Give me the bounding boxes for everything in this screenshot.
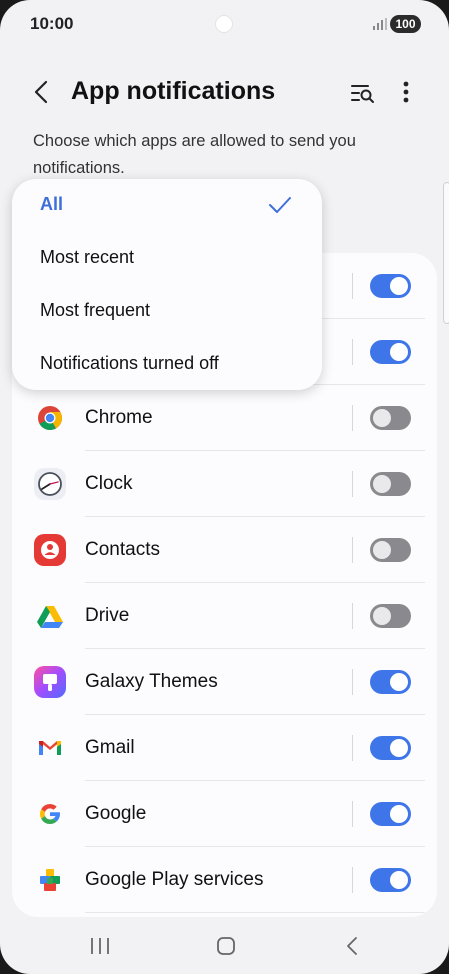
app-name: Galaxy Themes — [85, 671, 218, 692]
more-vertical-icon — [403, 81, 409, 103]
clock-icon — [34, 468, 66, 500]
app-notification-toggle[interactable] — [370, 802, 411, 826]
app-notification-toggle[interactable] — [370, 274, 411, 298]
check-icon — [269, 197, 291, 213]
app-name: Google — [85, 803, 147, 824]
search-filter-button[interactable] — [348, 79, 378, 107]
toggle-separator — [352, 273, 353, 299]
toggle-knob — [390, 739, 408, 757]
status-time: 10:00 — [30, 14, 74, 33]
app-row-gmail[interactable]: Gmail — [12, 715, 437, 781]
toggle-knob — [390, 805, 408, 823]
camera-cutout — [215, 15, 233, 33]
toggle-separator — [352, 867, 353, 893]
page-description: Choose which apps are allowed to send yo… — [33, 132, 356, 177]
page-title: App notifications — [71, 77, 276, 105]
contacts-icon — [34, 534, 66, 566]
toggle-separator — [352, 339, 353, 365]
toggle-separator — [352, 801, 353, 827]
back-nav-icon[interactable] — [344, 936, 360, 956]
menu-item-all[interactable]: All — [12, 179, 322, 232]
toggle-separator — [352, 537, 353, 563]
search-list-icon — [351, 85, 374, 103]
toggle-separator — [352, 669, 353, 695]
scroll-handle[interactable] — [443, 182, 449, 324]
app-notification-toggle[interactable] — [370, 604, 411, 628]
toggle-separator — [352, 735, 353, 761]
toggle-separator — [352, 471, 353, 497]
app-row-contacts[interactable]: Contacts — [12, 517, 437, 583]
menu-item-label: Most frequent — [40, 300, 151, 320]
battery-indicator: 100 — [390, 15, 421, 33]
app-row-galaxy-themes[interactable]: Galaxy Themes — [12, 649, 437, 715]
app-row-drive[interactable]: Drive — [12, 583, 437, 649]
menu-item-label: Most recent — [40, 247, 135, 267]
app-row-google-play-services[interactable]: Google Play services — [12, 847, 437, 913]
toggle-knob — [373, 409, 391, 427]
sort-dropdown-menu: All Most recent Most frequent Notificati… — [12, 179, 322, 390]
app-notification-toggle[interactable] — [370, 868, 411, 892]
app-notification-toggle[interactable] — [370, 472, 411, 496]
toggle-knob — [373, 607, 391, 625]
status-bar: 10:00 100 — [0, 0, 449, 48]
google-icon — [40, 804, 61, 825]
toggle-knob — [390, 277, 408, 295]
toggle-knob — [373, 541, 391, 559]
app-row-google[interactable]: Google — [12, 781, 437, 847]
chrome-icon — [38, 406, 63, 431]
app-name: Chrome — [85, 407, 153, 428]
drive-icon — [37, 606, 63, 628]
toggle-separator — [352, 405, 353, 431]
google-play-services-icon — [40, 869, 60, 891]
toggle-knob — [390, 343, 408, 361]
app-name: Google Play services — [85, 869, 264, 890]
navigation-bar — [0, 918, 449, 974]
app-name: Gmail — [85, 737, 135, 758]
app-notification-toggle[interactable] — [370, 670, 411, 694]
app-name: Clock — [85, 473, 133, 494]
row-divider — [85, 912, 425, 913]
app-notification-toggle[interactable] — [370, 406, 411, 430]
menu-item-label: Notifications turned off — [40, 353, 219, 373]
chevron-left-icon — [34, 80, 48, 104]
app-name: Contacts — [85, 539, 160, 560]
toggle-knob — [373, 475, 391, 493]
phone-screen: 10:00 100 App notifications Choose which… — [0, 0, 449, 974]
app-notification-toggle[interactable] — [370, 736, 411, 760]
menu-item-most-frequent[interactable]: Most frequent — [12, 285, 322, 338]
menu-item-label: All — [40, 194, 64, 214]
galaxy-themes-icon — [34, 666, 66, 698]
app-row-chrome[interactable]: Chrome — [12, 385, 437, 451]
menu-item-notifications-turned-off[interactable]: Notifications turned off — [12, 338, 322, 391]
home-icon[interactable] — [216, 936, 236, 956]
more-options-button[interactable] — [392, 77, 420, 107]
toggle-separator — [352, 603, 353, 629]
toggle-knob — [390, 673, 408, 691]
gmail-icon — [39, 741, 61, 755]
menu-item-most-recent[interactable]: Most recent — [12, 232, 322, 285]
app-row-clock[interactable]: Clock — [12, 451, 437, 517]
signal-icon — [373, 18, 387, 30]
app-notification-toggle[interactable] — [370, 538, 411, 562]
app-name: Drive — [85, 605, 130, 626]
toggle-knob — [390, 871, 408, 889]
back-button[interactable] — [26, 77, 56, 107]
recent-apps-icon[interactable] — [88, 936, 112, 956]
app-notification-toggle[interactable] — [370, 340, 411, 364]
